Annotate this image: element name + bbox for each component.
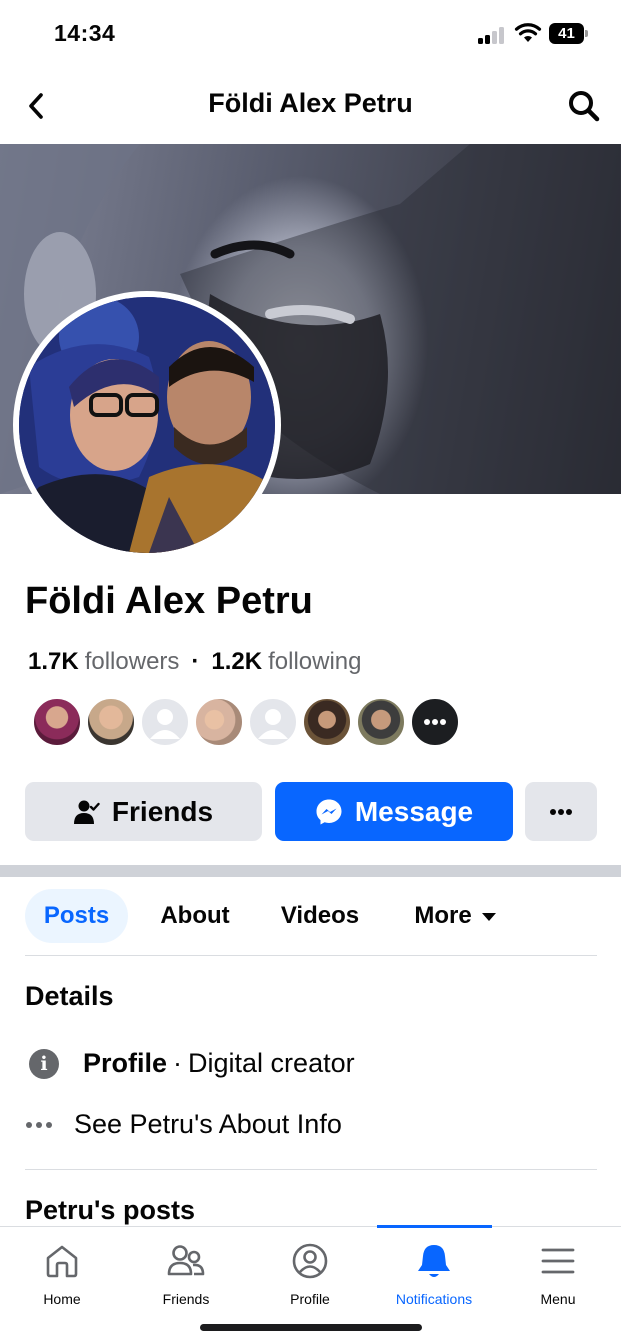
info-icon: i xyxy=(29,1048,59,1079)
divider xyxy=(25,955,597,956)
menu-icon xyxy=(538,1241,578,1281)
nav-notifications[interactable]: Notifications xyxy=(372,1227,496,1317)
friends-button[interactable]: Friends xyxy=(25,782,262,841)
details-title: Details xyxy=(25,981,114,1011)
friend-avatar[interactable] xyxy=(356,697,406,747)
default-avatar-icon xyxy=(150,709,180,739)
about-info-label: See Petru's About Info xyxy=(74,1109,342,1139)
nav-home[interactable]: Home xyxy=(0,1227,124,1317)
friend-avatar[interactable] xyxy=(32,697,82,747)
person-check-icon xyxy=(73,799,100,825)
profile-picture[interactable] xyxy=(13,291,281,559)
battery-level: 41 xyxy=(558,25,575,42)
more-dots-icon xyxy=(424,719,446,725)
follow-stats: 1.7K followers · 1.2K following xyxy=(28,648,362,676)
friend-avatar[interactable] xyxy=(248,697,298,747)
followers-link[interactable]: 1.7K followers xyxy=(28,648,179,676)
page-title: Földi Alex Petru xyxy=(208,88,413,118)
caret-down-icon xyxy=(481,913,496,921)
following-link[interactable]: 1.2K following xyxy=(211,648,361,676)
nav-menu-label: Menu xyxy=(540,1291,576,1307)
profile-label: Profile xyxy=(83,1048,168,1078)
profile-name: Földi Alex Petru xyxy=(25,580,313,622)
search-button[interactable] xyxy=(564,88,604,124)
friends-button-label: Friends xyxy=(111,795,214,827)
wifi-icon xyxy=(514,22,542,44)
default-avatar-icon xyxy=(258,709,288,739)
posts-section-title: Petru's posts xyxy=(25,1195,195,1225)
friend-avatar[interactable] xyxy=(194,697,244,747)
home-icon xyxy=(42,1241,82,1281)
followers-count: 1.7K xyxy=(28,648,79,675)
search-icon xyxy=(569,91,600,122)
divider xyxy=(25,1169,597,1170)
nav-header: Földi Alex Petru xyxy=(0,68,621,144)
messenger-icon xyxy=(315,798,343,826)
friend-avatar[interactable] xyxy=(86,697,136,747)
friends-icon xyxy=(166,1241,206,1281)
more-dots-icon xyxy=(26,1121,54,1128)
status-time: 14:34 xyxy=(54,20,116,46)
followers-label: followers xyxy=(84,648,180,675)
tab-posts[interactable]: Posts xyxy=(25,889,128,943)
tab-videos[interactable]: Videos xyxy=(265,889,375,943)
profile-photo-image xyxy=(19,297,275,553)
following-label: following xyxy=(268,648,362,675)
profile-category: Digital creator xyxy=(188,1048,355,1078)
more-dots-icon xyxy=(550,808,572,815)
cellular-signal-icon xyxy=(478,26,508,44)
section-divider xyxy=(0,865,621,877)
profile-category-row: i Profile · Digital creator xyxy=(25,1048,355,1079)
profile-separator: · xyxy=(173,1048,183,1078)
nav-friends[interactable]: Friends xyxy=(124,1227,248,1317)
stats-separator: · xyxy=(191,648,200,675)
more-friends-button[interactable] xyxy=(410,697,460,747)
status-bar: 14:34 41 xyxy=(0,0,621,68)
tab-about[interactable]: About xyxy=(145,889,245,943)
nav-menu[interactable]: Menu xyxy=(496,1227,620,1317)
nav-notifications-label: Notifications xyxy=(395,1291,473,1307)
friend-avatar[interactable] xyxy=(302,697,352,747)
tab-more[interactable]: More xyxy=(400,889,510,943)
nav-profile[interactable]: Profile xyxy=(248,1227,372,1317)
friend-avatar[interactable] xyxy=(140,697,190,747)
bell-icon xyxy=(414,1241,454,1281)
following-count: 1.2K xyxy=(211,648,263,675)
profile-icon xyxy=(290,1241,330,1281)
more-options-button[interactable] xyxy=(525,782,597,841)
home-indicator[interactable] xyxy=(200,1324,422,1331)
nav-friends-label: Friends xyxy=(162,1291,210,1307)
tab-more-label: More xyxy=(414,902,472,929)
message-button[interactable]: Message xyxy=(275,782,513,841)
message-button-label: Message xyxy=(354,795,474,827)
nav-home-label: Home xyxy=(43,1291,81,1307)
battery-icon: 41 xyxy=(549,23,589,44)
nav-profile-label: Profile xyxy=(290,1291,330,1307)
about-info-link[interactable]: See Petru's About Info xyxy=(25,1109,342,1140)
